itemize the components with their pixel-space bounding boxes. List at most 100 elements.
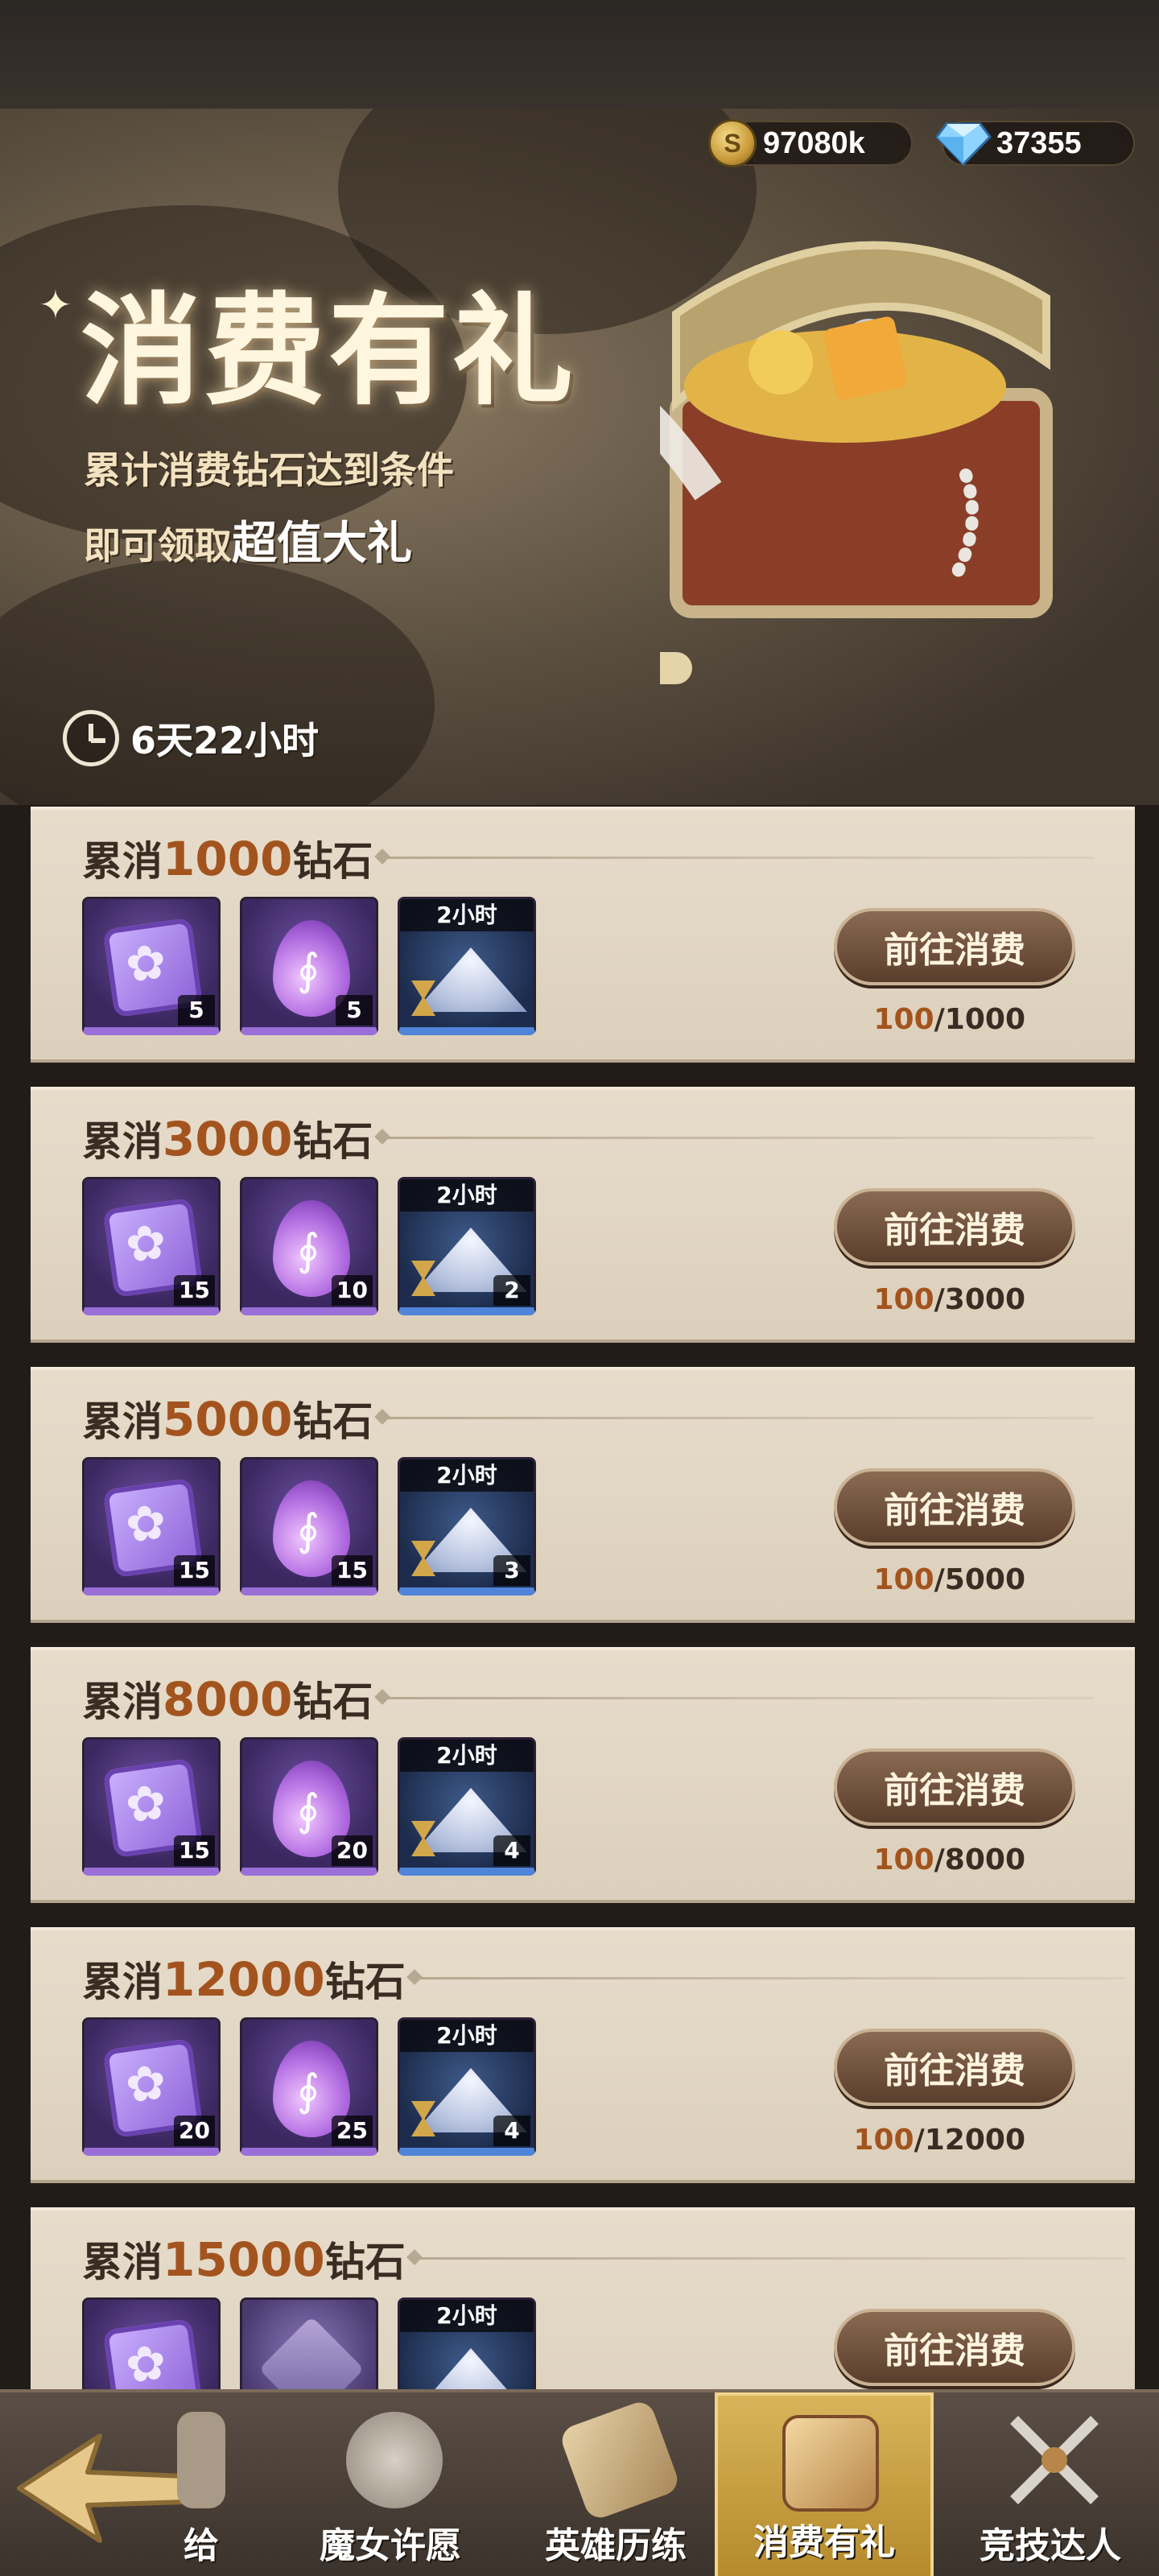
reward-item-essence[interactable]: 15	[240, 1457, 378, 1596]
sand-pile-icon	[415, 947, 527, 1012]
duration-tag: 2小时	[400, 899, 534, 931]
tab-label: 竞技达人	[980, 2525, 1121, 2566]
reward-item-rune[interactable]	[240, 2297, 378, 2391]
reward-item-hourglass[interactable]: 2小时 4	[398, 2017, 536, 2156]
subtitle-prefix: 即可领取	[84, 524, 232, 568]
reward-tier-card: 累消5000钻石 15 15 2小时 3 前往消费 100/5000	[31, 1367, 1135, 1623]
item-count: 5	[178, 995, 215, 1026]
tier-progress: 100/8000	[873, 1843, 1026, 1876]
duration-tag: 2小时	[400, 1459, 534, 1492]
tab-gift-statue[interactable]: 给	[129, 2392, 241, 2576]
reward-item-scroll[interactable]: 15	[82, 1737, 221, 1876]
reward-item-essence[interactable]: 5	[240, 897, 378, 1035]
gold-amount: 97080k	[763, 126, 865, 160]
reward-tier-card: 累消8000钻石 15 20 2小时 4 前往消费 100/8000	[31, 1647, 1135, 1903]
tab-witch-wish[interactable]: 魔女许愿	[290, 2392, 491, 2576]
sparkle-icon: ✦	[39, 282, 72, 328]
reward-tier-card: 累消3000钻石 15 10 2小时 2 前往消费 100/3000	[31, 1087, 1135, 1343]
reward-item-hourglass[interactable]: 2小时 3	[398, 1457, 536, 1596]
event-timer: 6天22小时	[63, 710, 319, 766]
item-count: 4	[493, 2116, 530, 2146]
tier-title: 累消1000钻石	[82, 832, 373, 886]
item-count: 5	[336, 995, 373, 1026]
go-spend-button[interactable]: 前往消费	[834, 1188, 1075, 1265]
item-count: 15	[174, 1275, 215, 1306]
reward-item-scroll[interactable]	[82, 2297, 221, 2391]
item-count: 20	[174, 2116, 215, 2146]
crossed-swords-icon	[1010, 2416, 1099, 2504]
title-divider	[385, 857, 1093, 859]
tier-progress: 100/3000	[873, 1283, 1026, 1316]
tier-title: 累消3000钻石	[82, 1112, 373, 1166]
title-divider	[385, 1137, 1093, 1139]
item-count: 15	[174, 1835, 215, 1866]
tab-label: 给	[184, 2525, 219, 2566]
tab-label: 消费有礼	[753, 2522, 895, 2563]
go-spend-button[interactable]: 前往消费	[834, 908, 1075, 985]
tab-arena-master[interactable]: 竞技达人	[950, 2392, 1151, 2576]
go-spend-button[interactable]: 前往消费	[834, 1468, 1075, 1546]
gem-counter[interactable]: 37355	[935, 121, 1135, 166]
purple-scroll-icon	[102, 2318, 204, 2391]
title-divider	[385, 1417, 1093, 1419]
reward-item-essence[interactable]: 10	[240, 1177, 378, 1315]
tier-progress: 100/5000	[873, 1563, 1026, 1596]
duration-tag: 2小时	[400, 1179, 534, 1212]
item-count: 20	[332, 1835, 373, 1866]
bottom-tab-bar: 给 魔女许愿 英雄历练 消费有礼 竞技达人	[0, 2389, 1159, 2576]
wish-bag-icon	[346, 2412, 443, 2508]
tier-title: 累消5000钻石	[82, 1392, 373, 1447]
diamond-icon	[935, 122, 992, 166]
gold-counter[interactable]: S 97080k	[708, 119, 913, 167]
tier-progress: 100/12000	[853, 2124, 1025, 2157]
clock-icon	[63, 710, 119, 766]
item-count: 2	[493, 1275, 530, 1306]
reward-item-essence[interactable]: 25	[240, 2017, 378, 2156]
item-count: 4	[493, 1835, 530, 1866]
tab-hero-training[interactable]: 英雄历练	[515, 2392, 716, 2576]
duration-tag: 2小时	[400, 1740, 534, 1772]
gold-coin-icon: S	[708, 119, 757, 167]
item-count: 25	[332, 2116, 373, 2146]
go-spend-button[interactable]: 前往消费	[834, 1748, 1075, 1826]
banner-subtitle-1: 累计消费钻石达到条件	[84, 448, 454, 492]
reward-item-hourglass[interactable]: 2小时	[398, 2297, 536, 2391]
gift-box-icon	[782, 2415, 879, 2512]
reward-item-hourglass[interactable]: 2小时 2	[398, 1177, 536, 1315]
reward-tier-list[interactable]: 累消1000钻石 5 5 2小时 前往消费 100/1000 累消3000钻石 …	[0, 805, 1159, 2391]
tab-label: 魔女许愿	[320, 2525, 461, 2566]
rune-stone-icon	[258, 2316, 365, 2391]
gem-amount: 37355	[996, 126, 1082, 160]
map-decoration	[0, 559, 435, 817]
timer-text: 6天22小时	[130, 719, 320, 762]
tier-title: 累消8000钻石	[82, 1672, 373, 1727]
go-spend-button[interactable]: 前往消费	[834, 2029, 1075, 2106]
subtitle-highlight: 超值大礼	[232, 518, 412, 570]
reward-item-hourglass[interactable]: 2小时	[398, 897, 536, 1035]
tier-title: 累消15000钻石	[82, 2232, 406, 2287]
reward-item-essence[interactable]: 20	[240, 1737, 378, 1876]
reward-tier-card: 累消12000钻石 20 25 2小时 4 前往消费 100/12000	[31, 1927, 1135, 2183]
reward-item-scroll[interactable]: 15	[82, 1457, 221, 1596]
duration-tag: 2小时	[400, 2300, 534, 2332]
reward-item-scroll[interactable]: 20	[82, 2017, 221, 2156]
scroll-map-icon	[558, 2398, 682, 2522]
banner-subtitle-2: 即可领取超值大礼	[84, 507, 412, 572]
tier-title: 累消12000钻石	[82, 1952, 406, 2007]
tab-spend-gift[interactable]: 消费有礼	[715, 2392, 934, 2576]
item-count: 15	[332, 1555, 373, 1586]
item-count: 3	[493, 1555, 530, 1586]
title-divider	[385, 1697, 1093, 1699]
reward-item-scroll[interactable]: 5	[82, 897, 221, 1035]
treasure-chest-illustration	[660, 241, 1053, 684]
tier-progress: 100/1000	[873, 1003, 1026, 1036]
item-count: 15	[174, 1555, 215, 1586]
reward-item-hourglass[interactable]: 2小时 4	[398, 1737, 536, 1876]
banner-title: 消费有礼	[80, 280, 577, 422]
item-count: 10	[332, 1275, 373, 1306]
go-spend-button[interactable]: 前往消费	[834, 2309, 1075, 2386]
reward-tier-card: 累消15000钻石 2小时 前往消费	[31, 2207, 1135, 2391]
top-status-strip	[0, 0, 1159, 113]
reward-item-scroll[interactable]: 15	[82, 1177, 221, 1315]
duration-tag: 2小时	[400, 2020, 534, 2052]
